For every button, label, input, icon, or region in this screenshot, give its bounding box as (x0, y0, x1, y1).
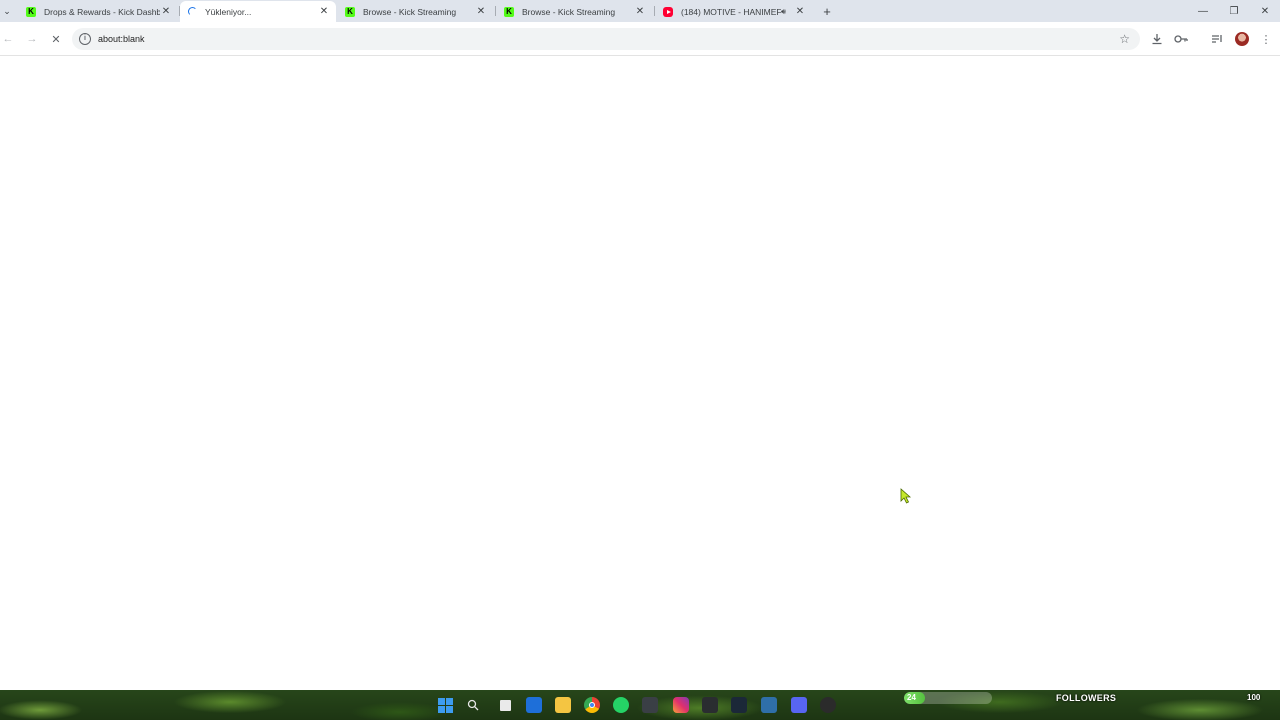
followers-label: FOLLOWERS (1056, 693, 1117, 703)
tab-title: Drops & Rewards - Kick Dashb (44, 6, 160, 17)
file-explorer-icon[interactable] (555, 697, 571, 713)
mouse-cursor-icon (900, 488, 912, 504)
tab-browse-kick-2[interactable]: K Browse - Kick Streaming ✕ (496, 1, 652, 22)
close-tab-icon[interactable]: ✕ (794, 6, 806, 18)
new-tab-plus-icon[interactable]: + (820, 3, 834, 19)
kick-icon: K (26, 6, 36, 17)
page-content (0, 57, 1280, 690)
downloads-icon[interactable] (1149, 31, 1165, 47)
whatsapp-icon[interactable] (613, 697, 629, 713)
loading-spinner-icon (188, 7, 197, 16)
search-icon[interactable] (465, 697, 481, 713)
tab-title: Yükleniyor... (205, 6, 252, 17)
app-icon[interactable] (702, 697, 718, 713)
menu-icon[interactable]: ⋮ (1258, 31, 1274, 47)
restore-icon[interactable]: ❐ (1219, 0, 1249, 22)
close-tab-icon[interactable]: ✕ (475, 6, 487, 18)
youtube-icon (663, 6, 673, 17)
tab-search-chevron-icon[interactable]: ⌄ (0, 3, 14, 19)
discord-icon[interactable] (791, 697, 807, 713)
followers-current-count: 24 (907, 693, 916, 702)
kick-icon: K (504, 6, 514, 17)
forward-icon[interactable]: → (24, 31, 40, 47)
steam-icon[interactable] (731, 697, 747, 713)
close-tab-icon[interactable]: ✕ (160, 6, 172, 18)
password-key-icon[interactable] (1173, 31, 1189, 47)
browser-toolbar: ← → ✕ i about:blank ☆ ⋮ (0, 22, 1280, 56)
instagram-icon[interactable] (673, 697, 689, 713)
bookmark-star-icon[interactable]: ☆ (1119, 32, 1130, 46)
close-window-icon[interactable]: ✕ (1250, 0, 1280, 22)
tab-strip: ⌄ K Drops & Rewards - Kick Dashb ✕ Yükle… (0, 0, 1280, 22)
profile-avatar[interactable] (1235, 32, 1249, 46)
tab-browse-kick-1[interactable]: K Browse - Kick Streaming ✕ (337, 1, 493, 22)
site-info-icon[interactable]: i (79, 33, 91, 45)
back-icon[interactable]: ← (0, 31, 16, 47)
followers-progress-bar (904, 692, 992, 704)
followers-goal: 100 (1247, 693, 1261, 702)
microsoft-store-icon[interactable] (526, 697, 542, 713)
tab-title: (184) MOTIVE - HANIMEFEN (681, 6, 781, 17)
close-tab-icon[interactable]: ✕ (318, 6, 330, 18)
app-icon[interactable] (761, 697, 777, 713)
kick-icon: K (345, 6, 355, 17)
tab-drops-rewards[interactable]: K Drops & Rewards - Kick Dashb ✕ (18, 1, 178, 22)
chrome-icon[interactable] (584, 697, 600, 713)
tab-title: Browse - Kick Streaming (522, 6, 616, 17)
url-text[interactable]: about:blank (98, 34, 145, 44)
app-icon[interactable] (642, 697, 658, 713)
app-icon[interactable] (820, 697, 836, 713)
minimize-icon[interactable]: — (1188, 0, 1218, 22)
windows-start-icon[interactable] (437, 697, 453, 713)
tab-title: Browse - Kick Streaming (363, 6, 457, 17)
close-tab-icon[interactable]: ✕ (634, 6, 646, 18)
tab-youtube-motive[interactable]: (184) MOTIVE - HANIMEFEN 🔊︎ ✕ (655, 1, 812, 22)
speaker-icon[interactable]: 🔊︎ (781, 7, 786, 17)
tab-loading[interactable]: Yükleniyor... ✕ (180, 1, 336, 22)
stop-loading-icon[interactable]: ✕ (48, 31, 64, 47)
media-queue-icon[interactable] (1209, 31, 1225, 47)
address-bar[interactable]: i about:blank ☆ (72, 28, 1140, 50)
task-view-icon[interactable] (497, 697, 513, 713)
